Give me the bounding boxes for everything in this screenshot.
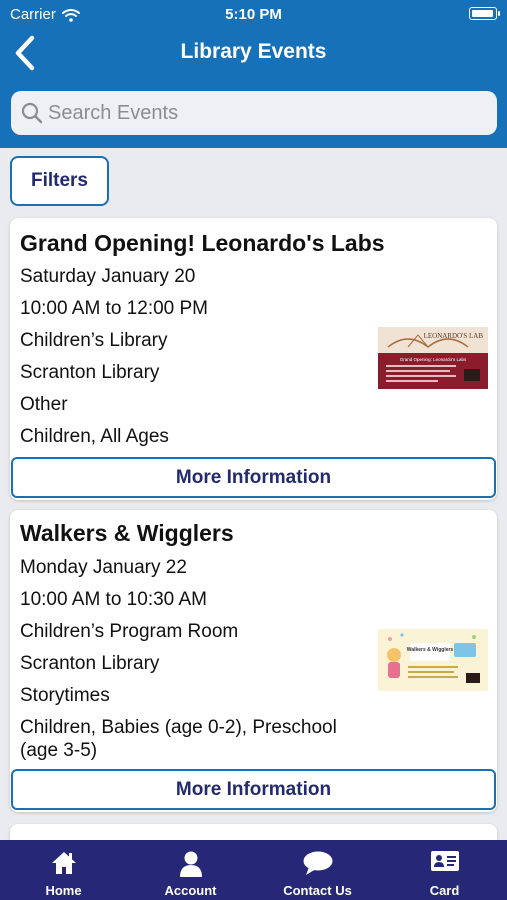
more-information-button[interactable]: More Information — [11, 769, 496, 810]
tab-contact-us[interactable]: Contact Us — [254, 840, 381, 900]
thumbnail-heading: Walkers & Wigglers — [407, 647, 454, 653]
tab-account[interactable]: Account — [127, 840, 254, 900]
event-category: Other — [20, 394, 68, 415]
event-time: 10:00 AM to 12:00 PM — [20, 298, 209, 319]
tab-card[interactable]: Card — [381, 840, 507, 900]
event-time: 10:00 AM to 10:30 AM — [20, 589, 207, 610]
id-card-icon — [430, 851, 459, 871]
search-icon — [21, 102, 43, 124]
home-icon — [51, 852, 76, 874]
event-date: Saturday January 20 — [20, 266, 196, 287]
tab-contact-us-label: Contact Us — [283, 883, 352, 898]
status-time: 5:10 PM — [225, 6, 282, 23]
tab-card-label: Card — [429, 883, 460, 898]
search-bar[interactable] — [11, 91, 497, 135]
event-branch: Scranton Library — [20, 653, 160, 674]
person-icon — [179, 851, 202, 877]
event-title: Grand Opening! Leonardo's Labs — [20, 230, 385, 256]
event-card: Walkers & Wigglers Monday January 22 10:… — [10, 510, 497, 812]
more-information-button[interactable]: More Information — [11, 457, 496, 498]
event-date: Monday January 22 — [20, 557, 187, 578]
chat-bubble-icon — [303, 851, 332, 875]
filters-button[interactable]: Filters — [10, 156, 109, 206]
event-title: Walkers & Wigglers — [20, 520, 234, 546]
event-branch: Scranton Library — [20, 362, 160, 383]
tab-account-label: Account — [164, 883, 217, 898]
tab-bar: Home Account Contact Us Card — [0, 840, 507, 900]
event-audience: Children, All Ages — [20, 426, 169, 447]
app-header: Carrier 5:10 PM Library Events — [0, 0, 507, 148]
search-input[interactable] — [48, 91, 488, 135]
tab-home[interactable]: Home — [0, 840, 127, 900]
tab-home-label: Home — [45, 883, 82, 898]
thumbnail-subheading: Grand Opening: Leonardo's Labs — [400, 357, 467, 362]
battery-level — [472, 10, 493, 17]
thumbnail-heading: LEONARDO'S LAB — [424, 332, 484, 340]
battery-icon — [469, 7, 500, 20]
event-location: Children’s Program Room — [20, 621, 239, 642]
page-title: Library Events — [180, 40, 327, 63]
event-category: Storytimes — [20, 685, 110, 706]
event-thumbnail[interactable]: LEONARDO'S LAB Grand Opening: Leonardo's… — [378, 327, 488, 389]
event-audience: Children, Babies (age 0-2), Preschool (a… — [20, 717, 337, 761]
event-thumbnail[interactable]: Walkers & Wigglers — [378, 629, 488, 691]
status-bar: Carrier 5:10 PM — [0, 0, 507, 28]
event-location: Children’s Library — [20, 330, 168, 351]
event-card: Grand Opening! Leonardo's Labs Saturday … — [10, 218, 497, 500]
